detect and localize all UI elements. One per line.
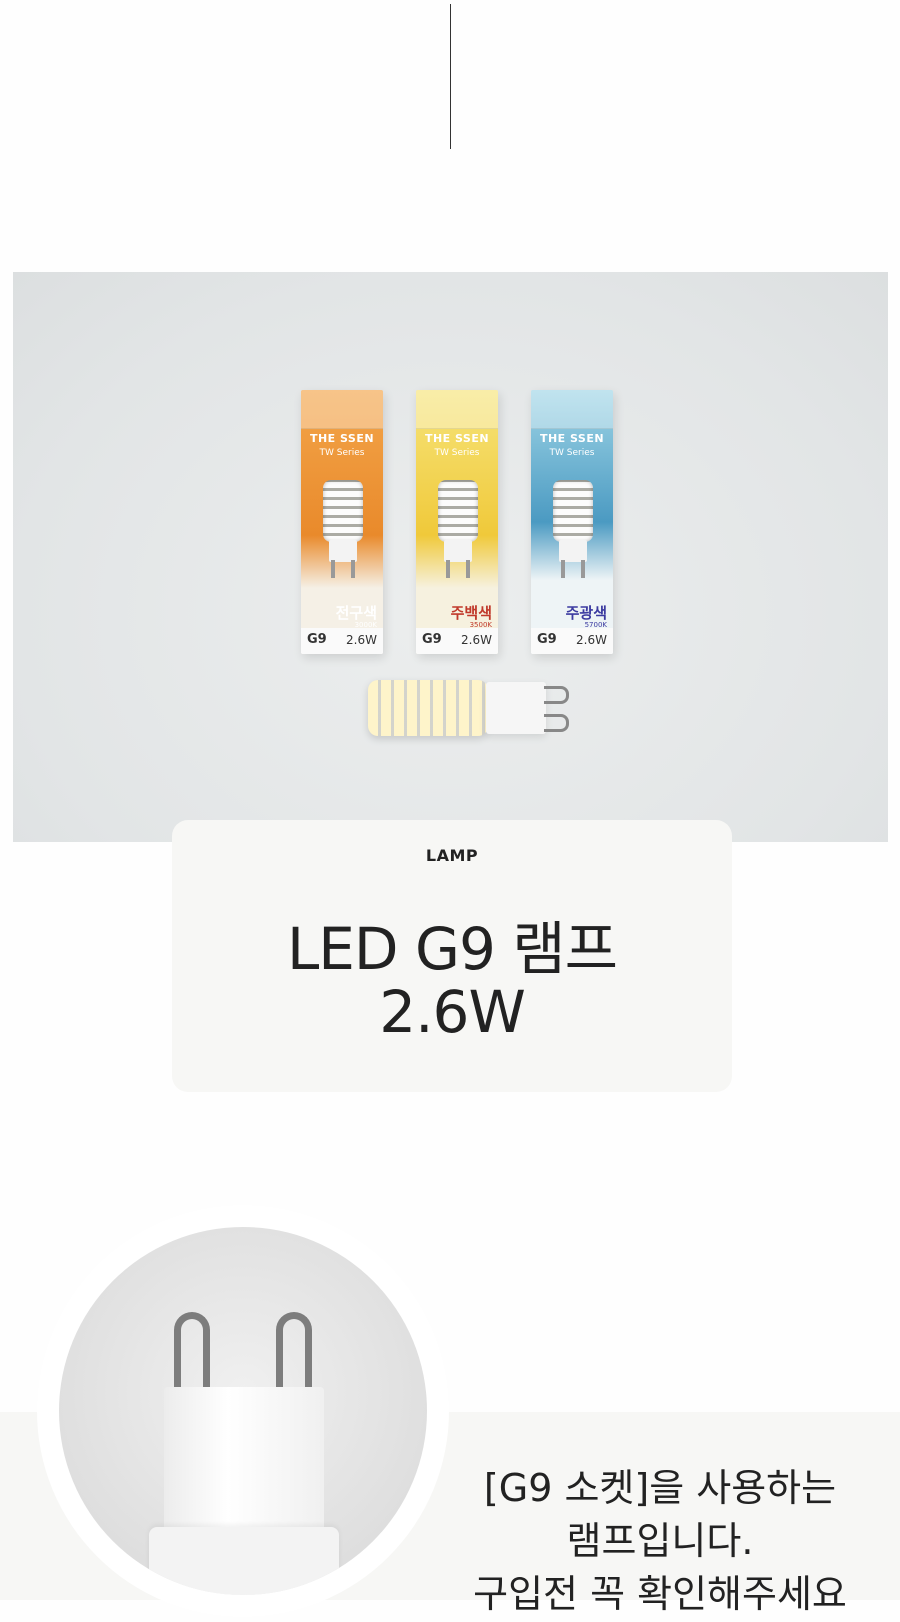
bulb-illustration	[323, 480, 363, 542]
feature-line-3: 구입전 꼭 확인해주세요	[473, 1572, 847, 1617]
product-wattage-title: 2.6W	[379, 978, 526, 1046]
product-title: LED G9 램프	[286, 915, 618, 983]
package-base-type: G9	[537, 632, 557, 647]
package-brand: THE SSEN	[424, 432, 490, 445]
socket-closeup-image	[59, 1227, 427, 1595]
package-wattage: 2.6W	[461, 633, 492, 647]
package-base-type: G9	[307, 632, 327, 647]
package-wattage: 2.6W	[576, 633, 607, 647]
package-series: TW Series	[319, 448, 365, 458]
product-hero-image: THE SSEN TW Series 전구색 3000K G9 2.6W THE…	[13, 272, 888, 842]
package-warm-white: THE SSEN TW Series 전구색 3000K G9 2.6W	[301, 390, 383, 654]
bulb-illustration	[553, 480, 593, 542]
package-color-name: 주백색	[450, 604, 492, 622]
package-brand: THE SSEN	[539, 432, 605, 445]
package-series: TW Series	[549, 448, 595, 458]
bulb-illustration	[438, 480, 478, 542]
socket-closeup-frame	[37, 1205, 449, 1617]
product-category: LAMP	[425, 846, 479, 865]
package-series: TW Series	[434, 448, 480, 458]
package-neutral-white: THE SSEN TW Series 주백색 3500K G9 2.6W	[416, 390, 498, 654]
package-color-name: 전구색	[335, 604, 377, 622]
feature-description: [G9 소켓]을 사용하는 램프입니다. 구입전 꼭 확인해주세요	[455, 1462, 865, 1622]
socket-collar	[149, 1527, 339, 1595]
package-daylight: THE SSEN TW Series 주광색 5700K G9 2.6W	[531, 390, 613, 654]
package-base-type: G9	[422, 632, 442, 647]
feature-line-2: 램프입니다.	[566, 1519, 754, 1564]
package-wattage: 2.6W	[346, 633, 377, 647]
product-title-card: LAMP LED G9 램프 2.6W	[172, 820, 732, 1092]
feature-line-1: [G9 소켓]을 사용하는	[483, 1466, 837, 1510]
package-color-name: 주광색	[565, 604, 607, 622]
g9-lamp-photo	[368, 680, 569, 740]
divider-line	[450, 4, 451, 149]
package-brand: THE SSEN	[309, 432, 375, 445]
